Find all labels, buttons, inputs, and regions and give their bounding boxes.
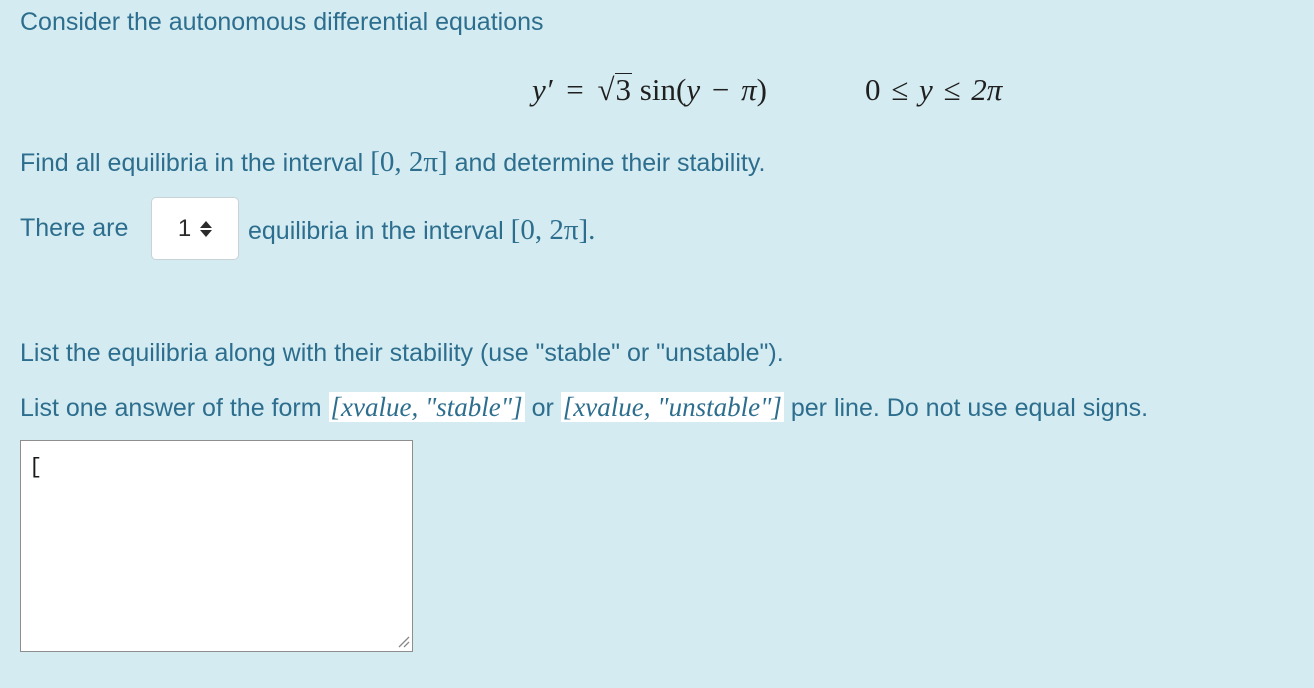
updown-arrows-icon [200, 220, 213, 237]
eq-pi: π [741, 72, 757, 107]
format-stable-example: [xvalue, "stable"] [328, 392, 525, 422]
instructions-or: or [531, 394, 554, 422]
domain-le-1: ≤ [891, 72, 909, 107]
eq-paren-open: ( [675, 72, 687, 107]
domain-var: y [919, 72, 933, 107]
sqrt-radicand: 3 [614, 72, 633, 107]
task-suffix: and determine their stability. [454, 149, 766, 177]
sqrt-symbol: √3 [597, 72, 633, 107]
count-suffix-row: equilibria in the interval [0, 2π]. [248, 214, 595, 247]
count-interval: [0, 2π]. [510, 214, 596, 246]
resize-grip-icon[interactable] [396, 634, 410, 648]
task-interval: [0, 2π] [370, 146, 448, 178]
equilibria-count-select[interactable]: 1 [151, 197, 239, 260]
equilibria-count-value: 1 [177, 214, 192, 242]
instructions-line-1: List the equilibria along with their sta… [20, 339, 784, 367]
count-prefix: There are [20, 214, 129, 242]
domain-le-2: ≤ [943, 72, 961, 107]
eq-minus: − [711, 72, 730, 107]
eq-paren-close: ) [756, 72, 767, 107]
eq-equals: = [566, 72, 584, 107]
instructions-line-2: List one answer of the form [xvalue, "st… [20, 392, 1148, 423]
domain-hi: 2π [971, 72, 1003, 107]
eq-func: sin [639, 72, 676, 107]
eq-arg-var: y [686, 72, 701, 107]
eq-lhs: y′ [532, 72, 553, 107]
instructions-prefix: List one answer of the form [20, 394, 322, 422]
domain-lo: 0 [865, 72, 881, 107]
differential-equation: y′ = √3 sin(y − π) [532, 72, 767, 108]
equation-domain: 0 ≤ y ≤ 2π [865, 72, 1002, 108]
count-suffix: equilibria in the interval [248, 217, 504, 245]
task-text: Find all equilibria in the interval [0, … [20, 146, 765, 179]
intro-text: Consider the autonomous differential equ… [20, 8, 544, 36]
task-prefix: Find all equilibria in the interval [20, 149, 364, 177]
format-unstable-example: [xvalue, "unstable"] [560, 392, 784, 422]
answer-textarea[interactable] [20, 440, 413, 652]
instructions-suffix: per line. Do not use equal signs. [790, 394, 1149, 422]
